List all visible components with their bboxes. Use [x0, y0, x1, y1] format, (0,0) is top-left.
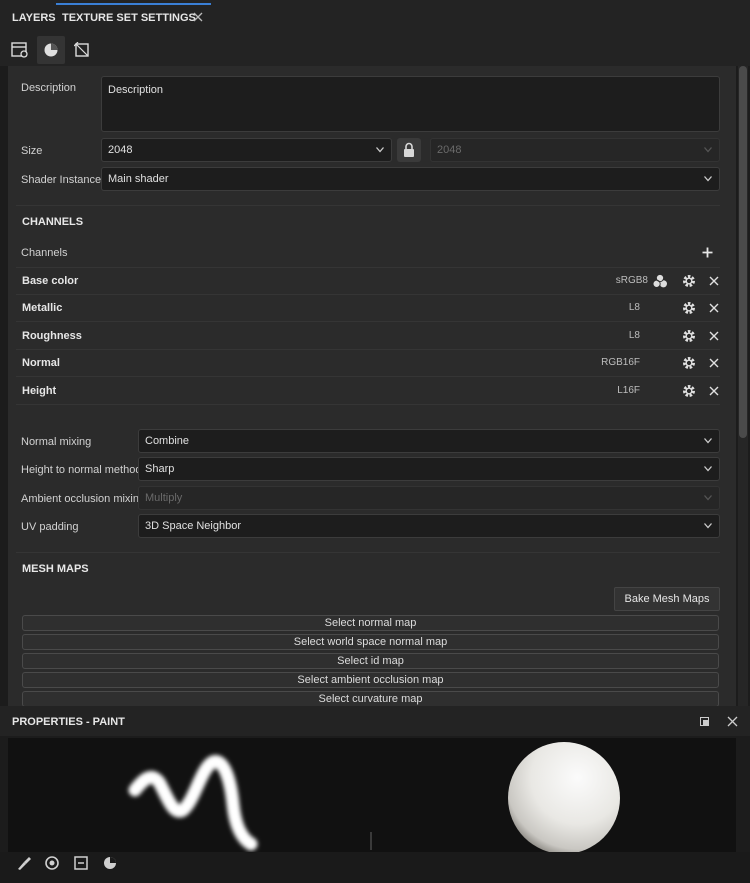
select-curvature-map-button[interactable]: Select curvature map: [22, 691, 719, 706]
gear-icon[interactable]: [681, 300, 697, 316]
properties-preview: [8, 738, 736, 852]
scrollbar[interactable]: [738, 66, 748, 706]
close-icon[interactable]: [706, 300, 722, 316]
channel-format[interactable]: RGB16F: [560, 357, 640, 368]
scrollbar-thumb[interactable]: [739, 66, 747, 438]
channel-row[interactable]: Metallic L8: [16, 295, 720, 322]
texture-set-list-button[interactable]: [6, 36, 34, 64]
toolbar: [0, 34, 750, 66]
close-icon[interactable]: [706, 383, 722, 399]
chevron-down-icon: [704, 466, 712, 472]
shader-instance-dropdown[interactable]: Main shader: [101, 167, 720, 191]
close-icon[interactable]: [706, 328, 722, 344]
close-icon[interactable]: [193, 12, 203, 22]
tab-texture-set-settings-label: TEXTURE SET SETTINGS: [62, 12, 196, 24]
lock-icon: [404, 142, 414, 157]
texture-set-icon: [11, 42, 28, 58]
material-settings-button[interactable]: [37, 36, 65, 64]
channel-name: Height: [22, 385, 57, 397]
description-field[interactable]: Description: [101, 76, 720, 132]
material-ball-icon[interactable]: [42, 854, 62, 872]
texture-set-settings-panel: Description Description Size 2048 2048 S…: [8, 66, 736, 706]
undock-icon[interactable]: [700, 717, 709, 726]
channel-row[interactable]: Height L16F: [16, 378, 720, 405]
height-to-normal-dropdown[interactable]: Sharp: [138, 457, 720, 481]
channel-format[interactable]: L8: [560, 330, 640, 341]
divider: [16, 205, 720, 206]
size-linked-dropdown: 2048: [430, 138, 720, 162]
channels-label: Channels: [21, 247, 68, 259]
uv-settings-button[interactable]: [68, 36, 96, 64]
sphere-icon: [44, 43, 58, 57]
preview-divider: [370, 832, 372, 850]
tab-bar: LAYERS TEXTURE SET SETTINGS: [0, 0, 750, 34]
uv-padding-label: UV padding: [21, 521, 79, 533]
tab-layers[interactable]: LAYERS: [12, 5, 56, 31]
size-value: 2048: [108, 144, 133, 156]
chevron-down-icon: [704, 438, 712, 444]
properties-title: PROPERTIES - PAINT: [12, 716, 125, 728]
chevron-down-icon: [704, 495, 712, 501]
ao-mixing-value: Multiply: [145, 492, 183, 504]
uv-padding-dropdown[interactable]: 3D Space Neighbor: [138, 514, 720, 538]
gear-icon[interactable]: [681, 355, 697, 371]
channel-name: Metallic: [22, 302, 63, 314]
paint-brush-icon[interactable]: [14, 854, 34, 872]
channel-format[interactable]: L8: [560, 302, 640, 313]
normal-mixing-label: Normal mixing: [21, 436, 92, 448]
mesh-maps-section-title: MESH MAPS: [22, 563, 89, 575]
height-to-normal-label: Height to normal method: [21, 464, 142, 476]
close-icon[interactable]: [706, 273, 722, 289]
add-channel-icon[interactable]: [702, 247, 713, 258]
divider: [16, 552, 720, 553]
channel-name: Normal: [22, 357, 60, 369]
normal-mixing-value: Combine: [145, 435, 190, 447]
properties-header: PROPERTIES - PAINT: [0, 706, 750, 736]
channel-format[interactable]: L16F: [560, 385, 640, 396]
bake-mesh-maps-button[interactable]: Bake Mesh Maps: [614, 587, 720, 611]
channel-row[interactable]: Base color sRGB8: [16, 268, 720, 295]
shader-instance-value: Main shader: [108, 173, 169, 185]
chevron-down-icon: [704, 176, 712, 182]
ao-mixing-dropdown: Multiply: [138, 486, 720, 510]
channel-row[interactable]: Roughness L8: [16, 323, 720, 350]
select-id-map-button[interactable]: Select id map: [22, 653, 719, 669]
ao-mixing-label: Ambient occlusion mixing: [21, 493, 146, 505]
size-lock-button[interactable]: [397, 138, 421, 162]
chevron-down-icon: [704, 147, 712, 153]
normal-mixing-dropdown[interactable]: Combine: [138, 429, 720, 453]
channel-name: Roughness: [22, 330, 82, 342]
stencil-icon[interactable]: [71, 854, 91, 872]
chevron-down-icon: [376, 147, 384, 153]
size-label: Size: [21, 145, 43, 157]
color-profile-icon[interactable]: [652, 273, 668, 289]
material-sphere-preview: [508, 742, 620, 852]
gear-icon[interactable]: [681, 383, 697, 399]
brush-stroke-preview: [128, 755, 258, 851]
uv-padding-value: 3D Space Neighbor: [145, 520, 242, 532]
select-world-space-normal-map-button[interactable]: Select world space normal map: [22, 634, 719, 650]
tab-texture-set-settings[interactable]: TEXTURE SET SETTINGS: [56, 3, 211, 29]
chevron-down-icon: [704, 523, 712, 529]
gear-icon[interactable]: [681, 273, 697, 289]
half-sphere-icon[interactable]: [100, 854, 120, 872]
channel-name: Base color: [22, 275, 79, 287]
select-ambient-occlusion-map-button[interactable]: Select ambient occlusion map: [22, 672, 719, 688]
close-icon[interactable]: [727, 716, 738, 727]
uv-icon: [74, 42, 89, 57]
channels-section-title: CHANNELS: [22, 216, 84, 228]
channel-row[interactable]: Normal RGB16F: [16, 350, 720, 377]
description-label: Description: [21, 82, 77, 94]
gear-icon[interactable]: [681, 328, 697, 344]
channel-format[interactable]: sRGB8: [568, 275, 648, 286]
close-icon[interactable]: [706, 355, 722, 371]
size-dropdown[interactable]: 2048: [101, 138, 392, 162]
height-to-normal-value: Sharp: [145, 463, 175, 475]
shader-instance-label: Shader Instance: [21, 174, 102, 186]
select-normal-map-button[interactable]: Select normal map: [22, 615, 719, 631]
size-linked-value: 2048: [437, 144, 462, 156]
